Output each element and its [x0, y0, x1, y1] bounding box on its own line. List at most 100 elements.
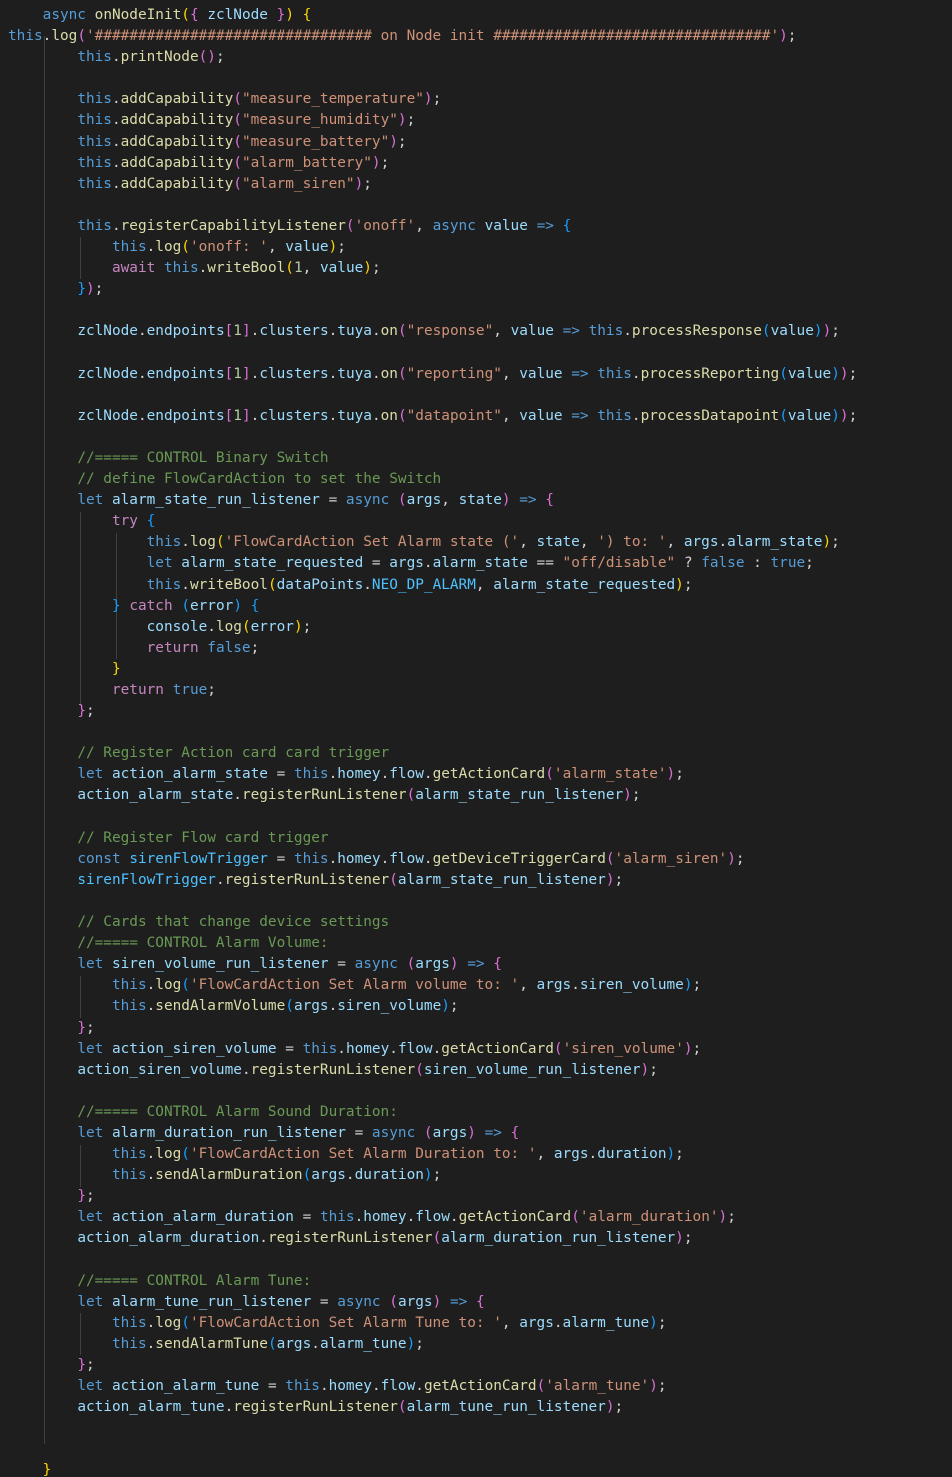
- code-line: this.addCapability("alarm_siren");: [8, 174, 857, 195]
- code-token: error: [250, 618, 294, 635]
- code-token: flow: [389, 766, 424, 783]
- code-token: this: [77, 91, 112, 108]
- code-token: :: [744, 555, 771, 572]
- code-token: ;: [363, 175, 372, 192]
- code-token: 'alarm_state': [553, 766, 667, 783]
- code-token: action_alarm_state: [77, 787, 234, 804]
- code-token: homey: [337, 766, 381, 783]
- code-token: .: [111, 175, 121, 192]
- code-token: .: [571, 977, 580, 994]
- code-token: (: [181, 1314, 190, 1331]
- code-line: this.log('FlowCardAction Set Alarm state…: [8, 532, 857, 553]
- code-token: ;: [337, 239, 346, 256]
- code-token: let: [77, 1378, 104, 1395]
- code-token: endpoints: [146, 407, 225, 424]
- code-token: .: [111, 217, 121, 234]
- code-token: ): [675, 576, 684, 593]
- code-token: .: [111, 91, 121, 108]
- code-token: 'onoff: ': [189, 239, 268, 256]
- code-token: ;: [805, 555, 814, 572]
- code-token: // Register Flow card trigger: [77, 829, 329, 846]
- code-token: (: [215, 534, 225, 551]
- code-token: ;: [250, 639, 260, 656]
- code-token: this: [302, 1040, 338, 1057]
- code-line: action_alarm_duration.registerRunListene…: [8, 1228, 857, 1249]
- code-token: ): [718, 1209, 728, 1226]
- code-token: =>: [519, 492, 537, 509]
- code-token: //===== CONTROL Binary Switch: [77, 449, 329, 466]
- code-token: }: [77, 703, 86, 720]
- code-token: ): [822, 534, 832, 551]
- code-token: (: [761, 323, 771, 340]
- code-token: duration: [597, 1146, 667, 1163]
- code-token: ): [623, 787, 632, 804]
- code-token: (: [285, 260, 294, 277]
- code-token: ): [328, 239, 338, 256]
- code-token: ,: [666, 534, 684, 551]
- code-editor[interactable]: async onNodeInit({ zclNode }) {this.log(…: [0, 0, 952, 1477]
- code-line: });: [8, 279, 857, 300]
- code-token: this: [163, 260, 199, 277]
- code-token: (: [571, 1209, 580, 1226]
- code-token: getActionCard: [423, 1378, 537, 1395]
- code-token: args: [683, 534, 719, 551]
- code-token: processReporting: [640, 365, 780, 382]
- code-token: ,: [501, 407, 520, 424]
- code-token: .: [449, 1209, 459, 1226]
- code-token: ): [640, 1061, 650, 1078]
- code-line: this.log('FlowCardAction Set Alarm Tune …: [8, 1313, 857, 1334]
- code-token: flow: [389, 850, 424, 867]
- code-token: alarm_state: [432, 555, 528, 572]
- code-token: tuya: [337, 323, 372, 340]
- code-token: .: [354, 1209, 364, 1226]
- code-line: }: [8, 659, 857, 680]
- code-token: "alarm_siren": [241, 175, 355, 192]
- code-line: let action_siren_volume = this.homey.flo…: [8, 1039, 857, 1060]
- code-token: ): [85, 281, 95, 298]
- code-line: this.addCapability("measure_battery");: [8, 132, 857, 153]
- code-token: (: [181, 1146, 190, 1163]
- code-token: ): [354, 175, 364, 192]
- code-token: this: [77, 154, 112, 171]
- code-token: this: [111, 239, 147, 256]
- code-token: sirenFlowTrigger: [129, 850, 268, 867]
- code-token: args: [519, 1314, 554, 1331]
- code-token: ;: [631, 787, 641, 804]
- code-token: const: [77, 850, 121, 867]
- code-text-area[interactable]: async onNodeInit({ zclNode }) {this.log(…: [8, 5, 857, 1477]
- code-token: }: [77, 1357, 86, 1373]
- code-token: ): [683, 1040, 693, 1057]
- code-token: ;: [371, 260, 381, 277]
- code-token: siren_volume_run_listener: [423, 1061, 641, 1078]
- code-token: ): [831, 365, 840, 382]
- code-token: "datapoint": [406, 407, 502, 424]
- code-token: (: [181, 7, 190, 23]
- code-token: action_alarm_duration: [77, 1230, 260, 1247]
- code-token: (: [536, 1378, 546, 1395]
- code-token: ;: [657, 1314, 667, 1331]
- code-token: addCapability: [120, 154, 234, 171]
- code-token: (: [302, 1167, 312, 1184]
- code-line: let alarm_state_run_listener = async (ar…: [8, 490, 857, 511]
- code-token: this: [111, 977, 147, 994]
- code-token: ): [779, 28, 788, 45]
- code-token: .: [137, 323, 147, 340]
- code-token: args: [536, 977, 572, 994]
- code-token: }: [111, 660, 121, 677]
- code-token: .: [328, 365, 338, 382]
- code-line: let action_alarm_duration = this.homey.f…: [8, 1207, 857, 1228]
